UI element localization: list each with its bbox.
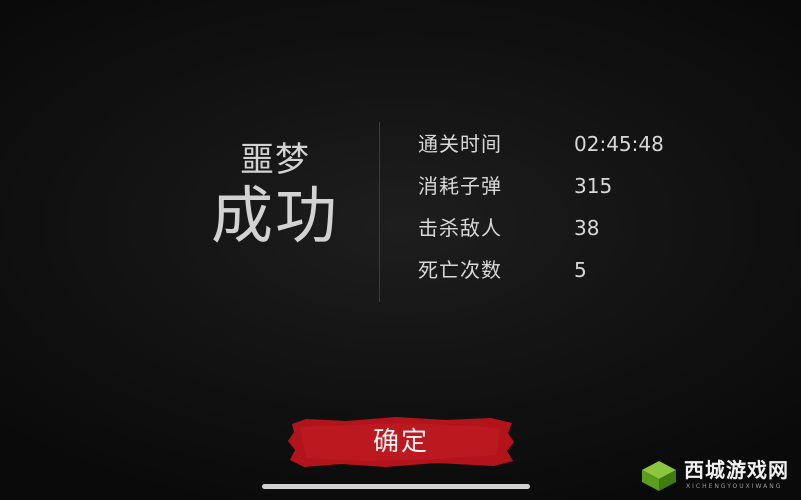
stat-row-clear-time: 通关时间 02:45:48 — [418, 124, 698, 166]
site-logo-icon — [642, 461, 676, 491]
stat-label: 通关时间 — [418, 132, 502, 156]
stat-value: 02:45:48 — [574, 132, 664, 156]
stat-label: 消耗子弹 — [418, 174, 502, 198]
stat-value: 315 — [574, 174, 613, 198]
result-heading: 噩梦 成功 — [200, 140, 350, 252]
stat-value: 5 — [574, 258, 587, 282]
stat-row-deaths: 死亡次数 5 — [418, 250, 698, 292]
confirm-button[interactable]: 确定 — [286, 415, 516, 469]
watermark: 西城游戏网 XICHENGYOUXIWANG — [640, 455, 798, 497]
stat-label: 死亡次数 — [418, 258, 502, 282]
stat-row-bullets-used: 消耗子弹 315 — [418, 166, 698, 208]
stat-label: 击杀敌人 — [418, 216, 502, 240]
game-result-screen: 噩梦 成功 通关时间 02:45:48 消耗子弹 315 击杀敌人 38 死亡次… — [0, 0, 801, 500]
vertical-divider — [379, 122, 380, 302]
stats-list: 通关时间 02:45:48 消耗子弹 315 击杀敌人 38 死亡次数 5 — [418, 124, 698, 292]
confirm-label: 确定 — [372, 427, 429, 457]
stat-value: 38 — [574, 216, 600, 240]
stat-row-enemies-killed: 击杀敌人 38 — [418, 208, 698, 250]
result-label: 成功 — [210, 179, 339, 252]
watermark-title: 西城游戏网 — [684, 458, 789, 482]
watermark-subtitle: XICHENGYOUXIWANG — [686, 483, 783, 490]
difficulty-label: 噩梦 — [240, 140, 310, 180]
home-indicator[interactable] — [262, 484, 530, 489]
